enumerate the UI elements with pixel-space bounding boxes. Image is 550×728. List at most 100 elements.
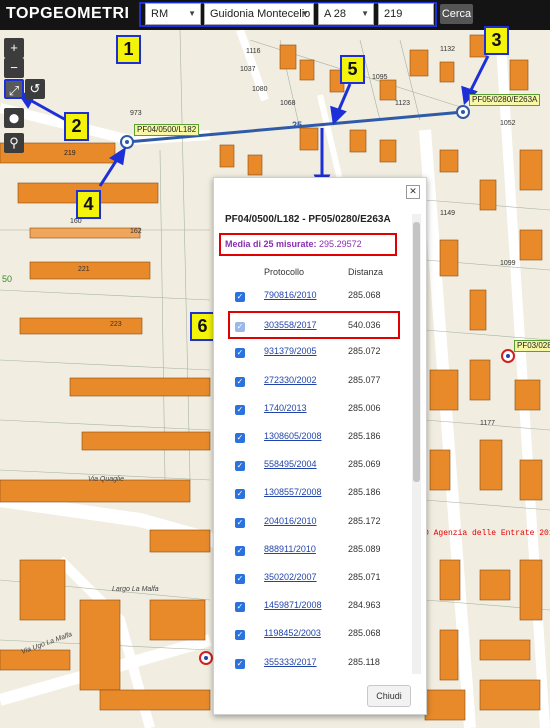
- search-button[interactable]: Cerca: [440, 4, 473, 24]
- table-row[interactable]: ✓ 1740/2013 285.006: [214, 396, 410, 424]
- distanza-value: 285.068: [348, 290, 381, 300]
- table-row[interactable]: ✓ 558495/2004 285.069: [214, 452, 410, 480]
- parcel-number: 1177: [480, 420, 496, 427]
- table-row[interactable]: ✓ 204016/2010 285.172: [214, 509, 410, 537]
- comune-value: Guidonia Montecelio: [210, 8, 311, 20]
- copyright-text: D Agenzia delle Entrate 201: [424, 529, 550, 538]
- annotation-badge-4: 4: [76, 190, 101, 219]
- measure-endpoint-left[interactable]: [120, 135, 134, 149]
- sezione-select[interactable]: A 28 ▼: [318, 3, 374, 25]
- table-row[interactable]: ✓ 350202/2007 285.071: [214, 565, 410, 593]
- measure-tool-button[interactable]: ⤢: [4, 79, 24, 99]
- parcel-number: 1099: [500, 260, 516, 267]
- table-row[interactable]: ✓ 303558/2017 540.036: [228, 311, 400, 340]
- protocollo-link[interactable]: 1740/2013: [264, 403, 307, 413]
- row-checkbox[interactable]: ✓: [235, 489, 245, 500]
- parcel-number: 223: [110, 321, 122, 328]
- road-name: Via Quaglie: [88, 476, 125, 483]
- table-row[interactable]: ✓ 790816/2010 285.068: [214, 283, 410, 311]
- protocollo-link[interactable]: 1459871/2008: [264, 600, 322, 610]
- foglio-input[interactable]: 219: [378, 3, 434, 25]
- protocollo-link[interactable]: 931379/2005: [264, 346, 317, 356]
- row-checkbox[interactable]: ✓: [235, 404, 245, 415]
- undo-button[interactable]: ↺: [25, 79, 45, 99]
- point-label-left[interactable]: PF04/0500/L182: [134, 124, 200, 136]
- protocollo-link[interactable]: 1308557/2008: [264, 487, 322, 497]
- distanza-value: 284.963: [348, 600, 381, 611]
- distanza-value: 285.089: [348, 543, 381, 554]
- fiducial-point-marker[interactable]: [501, 349, 515, 363]
- measure-endpoint-right[interactable]: [456, 105, 470, 119]
- row-checkbox[interactable]: ✓: [235, 602, 245, 613]
- protocollo-link[interactable]: 272330/2002: [264, 375, 317, 385]
- row-checkbox[interactable]: ✓: [235, 545, 245, 556]
- zoom-out-button[interactable]: −: [4, 58, 24, 78]
- fiducial-point-marker-bottom[interactable]: [199, 651, 213, 665]
- parcel-number: 1080: [252, 86, 268, 93]
- scrollbar-thumb[interactable]: [413, 222, 420, 482]
- row-checkbox[interactable]: ✓: [235, 461, 245, 472]
- marker-button[interactable]: ⬤: [4, 108, 24, 128]
- table-row[interactable]: ✓ 272330/2002 285.077: [214, 368, 410, 396]
- parcel-number: 1052: [500, 120, 516, 127]
- protocollo-link[interactable]: 1308605/2008: [264, 431, 322, 441]
- protocollo-link[interactable]: 790816/2010: [264, 290, 317, 300]
- annotation-badge-1: 1: [116, 35, 141, 64]
- average-box: Media di 25 misurate: 295.29572: [219, 233, 397, 256]
- comune-select[interactable]: Guidonia Montecelio ▼: [204, 3, 314, 25]
- table-row[interactable]: ✓ 931379/2005 285.072: [214, 339, 410, 367]
- table-row[interactable]: ✓ 1459871/2008 284.963: [214, 593, 410, 621]
- parcel-number: 162: [130, 228, 142, 235]
- protocollo-link[interactable]: 355333/2017: [264, 657, 317, 667]
- row-checkbox[interactable]: ✓: [235, 517, 245, 528]
- province-value: RM: [151, 8, 169, 20]
- parcel-number: 160: [70, 218, 82, 225]
- parcel-number: 1037: [240, 66, 256, 73]
- chevron-down-icon: ▼: [301, 9, 309, 18]
- close-button[interactable]: Chiudi: [367, 685, 411, 707]
- protocollo-link[interactable]: 303558/2017: [264, 320, 317, 330]
- table-row[interactable]: ✓ 1308605/2008 285.186: [214, 424, 410, 452]
- annotation-badge-2: 2: [64, 112, 89, 141]
- chevron-down-icon: ▼: [361, 9, 369, 18]
- protocollo-link[interactable]: 350202/2007: [264, 572, 317, 582]
- parcel-number: 1095: [372, 74, 388, 81]
- zoom-in-button[interactable]: +: [4, 38, 24, 58]
- sezione-value: A 28: [324, 8, 347, 20]
- close-icon[interactable]: ✕: [406, 185, 420, 199]
- row-checkbox[interactable]: ✓: [235, 376, 245, 387]
- popup-scrollbar[interactable]: [412, 214, 421, 674]
- point-label-other[interactable]: PF03/0280: [514, 340, 550, 352]
- search-tool-button[interactable]: ⚲: [4, 133, 24, 153]
- table-row[interactable]: ✓ 355333/2017 285.118: [214, 650, 410, 678]
- row-checkbox[interactable]: ✓: [235, 574, 245, 584]
- table-row[interactable]: ✓ 888911/2010 285.089: [214, 537, 410, 565]
- protocollo-link[interactable]: 204016/2010: [264, 516, 317, 526]
- distanza-value: 285.186: [348, 431, 381, 441]
- parcel-number: 1149: [440, 210, 456, 217]
- parcel-number: 221: [78, 266, 90, 273]
- row-checkbox[interactable]: ✓: [235, 348, 245, 359]
- distanza-value: 285.068: [348, 628, 381, 639]
- protocollo-link[interactable]: 558495/2004: [264, 459, 317, 469]
- parcel-number: 219: [64, 150, 76, 157]
- annotation-badge-3: 3: [484, 26, 509, 55]
- parcel-number: 1123: [395, 100, 411, 107]
- distanza-value: 285.186: [348, 487, 381, 498]
- row-checkbox[interactable]: ✓: [235, 658, 245, 669]
- measurement-popup: ✕ PF04/0500/L182 - PF05/0280/E263A Media…: [213, 177, 427, 715]
- row-checkbox[interactable]: ✓: [235, 630, 245, 641]
- table-row[interactable]: ✓ 1308557/2008 285.186: [214, 480, 410, 508]
- row-checkbox[interactable]: ✓: [235, 322, 245, 333]
- point-label-right[interactable]: PF05/0280/E263A: [469, 94, 541, 106]
- parcel-number: 1116: [246, 48, 261, 55]
- protocollo-link[interactable]: 1198452/2003: [264, 628, 321, 638]
- column-header-distanza: Distanza: [348, 267, 384, 277]
- protocollo-link[interactable]: 888911/2010: [264, 544, 316, 554]
- table-row[interactable]: ✓ 1198452/2003 285.068: [214, 621, 410, 649]
- row-checkbox[interactable]: ✓: [235, 433, 245, 443]
- row-checkbox[interactable]: ✓: [235, 292, 245, 302]
- distanza-value: 540.036: [348, 320, 381, 331]
- province-select[interactable]: RM ▼: [145, 3, 201, 25]
- distanza-value: 285.118: [348, 656, 380, 667]
